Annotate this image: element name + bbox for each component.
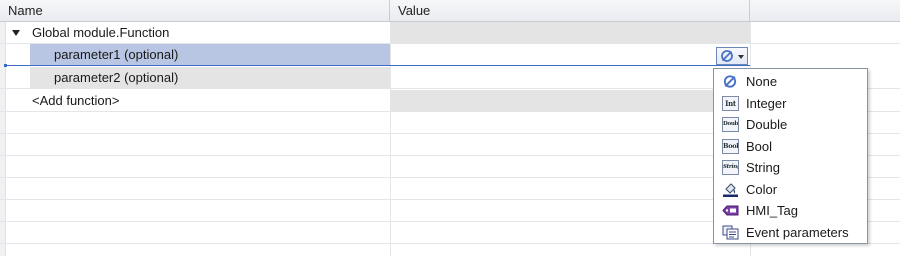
row-label: parameter2 (optional) (54, 70, 179, 85)
menu-item-double[interactable]: Double Double (714, 114, 867, 136)
column-header-name[interactable]: Name (0, 0, 390, 22)
none-icon (721, 50, 733, 62)
add-function-label: <Add function> (32, 93, 120, 108)
integer-type-icon: Int (722, 95, 739, 111)
type-dropdown-button[interactable] (716, 47, 748, 65)
expand-collapse-icon[interactable] (12, 30, 20, 36)
menu-item-event-parameters[interactable]: Event parameters (714, 222, 867, 244)
value-cell-editing[interactable] (390, 44, 750, 65)
menu-item-hmi-tag[interactable]: HMI_Tag (714, 200, 867, 222)
column-header-value[interactable]: Value (390, 0, 750, 22)
chevron-down-icon (738, 55, 744, 59)
property-grid: Name Value Global module.Function parame… (0, 0, 900, 256)
menu-item-none[interactable]: None (714, 71, 867, 93)
focus-marker (4, 64, 7, 67)
column-header-filler (750, 0, 900, 22)
none-icon (723, 75, 737, 88)
color-icon (723, 182, 738, 197)
row-label: Global module.Function (32, 25, 170, 40)
value-cell (390, 22, 750, 43)
double-type-icon: Double (722, 117, 739, 132)
tree-row-parameter1[interactable]: parameter1 (optional) (0, 44, 900, 66)
menu-item-integer[interactable]: Int Integer (714, 93, 867, 115)
event-parameters-icon (722, 225, 739, 239)
hmi-tag-icon (722, 205, 739, 216)
value-cell (390, 90, 713, 111)
row-label: parameter1 (optional) (54, 47, 179, 62)
column-divider (390, 22, 391, 256)
bool-type-icon: Bool (722, 138, 739, 154)
string-type-icon: String (722, 160, 739, 175)
menu-item-string[interactable]: String String (714, 157, 867, 179)
type-dropdown-menu: None Int Integer Double Double Bool Bool… (713, 68, 868, 244)
tree-row-function[interactable]: Global module.Function (0, 22, 900, 44)
menu-item-color[interactable]: Color (714, 179, 867, 201)
value-cell[interactable] (390, 67, 750, 88)
menu-item-bool[interactable]: Bool Bool (714, 136, 867, 158)
focus-underline (6, 65, 750, 66)
